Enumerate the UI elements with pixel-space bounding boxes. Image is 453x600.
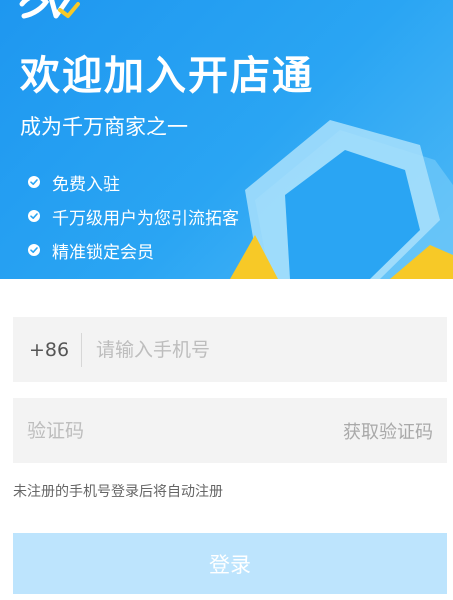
feature-item: 千万级用户为您引流拓客	[28, 199, 239, 233]
banner-subtitle: 成为千万商家之一	[20, 115, 188, 139]
verification-code-input[interactable]	[13, 410, 343, 451]
brand-logo	[19, 0, 80, 19]
phone-input-row: +86	[13, 317, 447, 382]
feature-label: 千万级用户为您引流拓客	[52, 208, 239, 229]
code-input-row: 获取验证码	[13, 398, 447, 463]
phone-input[interactable]	[82, 329, 447, 370]
check-circle-icon	[28, 210, 40, 222]
feature-item: 免费入驻	[28, 165, 239, 199]
banner-title: 欢迎加入开店通	[20, 53, 314, 99]
country-code[interactable]: +86	[13, 339, 81, 361]
hexagon-illustration	[230, 120, 453, 279]
login-button[interactable]: 登录	[13, 533, 447, 594]
feature-label: 精准锁定会员	[52, 242, 154, 263]
auto-register-note: 未注册的手机号登录后将自动注册	[13, 484, 223, 500]
promo-banner: 欢迎加入开店通 成为千万商家之一 免费入驻 千万级用户为您引流拓客 精准锁定会员	[0, 0, 453, 279]
feature-list: 免费入驻 千万级用户为您引流拓客 精准锁定会员	[28, 165, 239, 267]
feature-label: 免费入驻	[52, 174, 120, 195]
check-circle-icon	[28, 176, 40, 188]
feature-item: 精准锁定会员	[28, 233, 239, 267]
get-code-button[interactable]: 获取验证码	[343, 418, 447, 444]
check-circle-icon	[28, 244, 40, 256]
